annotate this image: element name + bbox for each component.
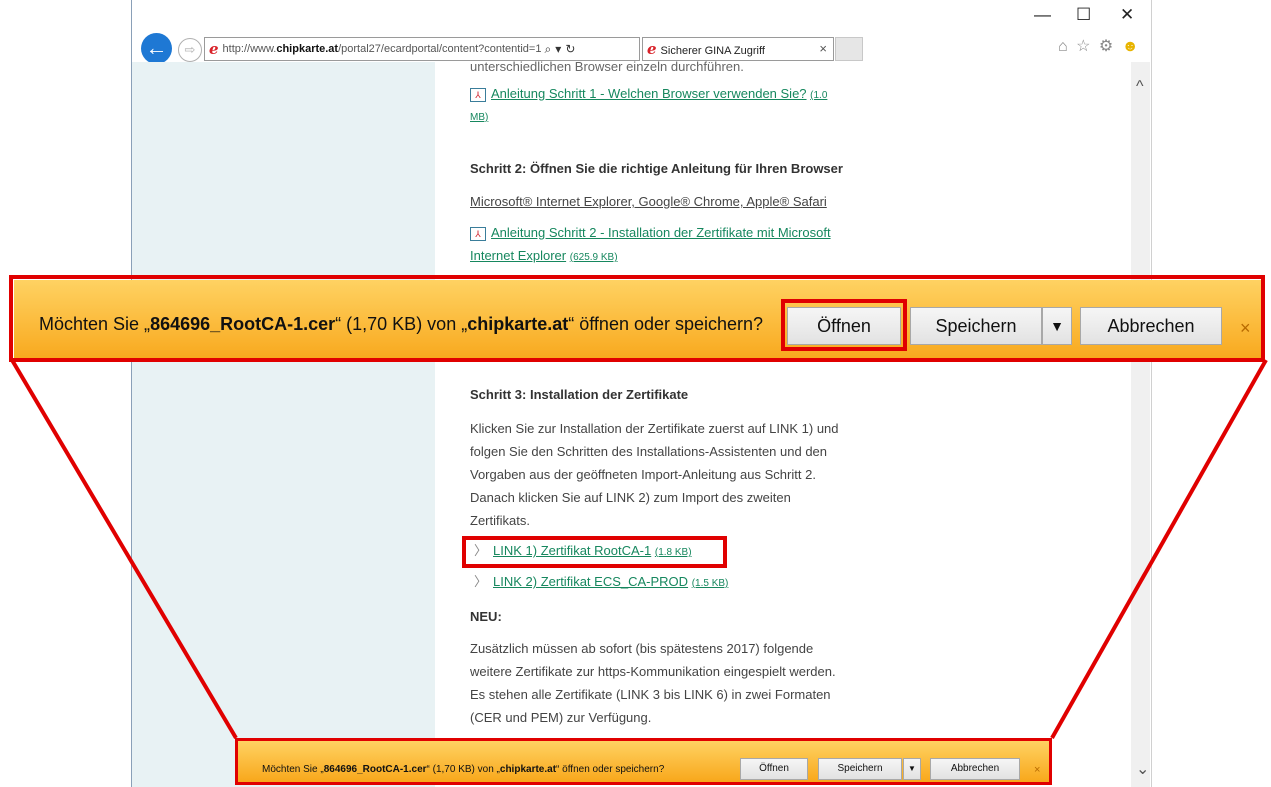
browser-window: ← ⇨ e http://www.chipkarte.at/portal27/ec… [131,0,1152,787]
download-prompt-zoomed: Möchten Sie „864696_RootCA-1.cer“ (1,70 … [39,314,764,334]
download-prompt: Möchten Sie „864696_RootCA-1.cer“ (1,70 … [262,764,665,775]
back-arrow-icon: ← [145,35,168,60]
browsers-line: Microsoft® Internet Explorer, Google® Ch… [470,194,827,209]
scroll-down-icon[interactable]: ⌄ [1136,759,1149,779]
step3-line-2: folgen Sie den Schritten des Installatio… [470,444,828,459]
dropdown-arrow-icon: ▼ [908,764,916,773]
new-line-2: weitere Zertifikate zur https-Kommunikat… [470,664,836,679]
scroll-up-icon[interactable]: ^ [1136,78,1144,96]
highlight-frame-link1 [462,536,727,568]
home-star-gear-icons[interactable]: ⌂ ☆ ⚙ [1058,38,1115,55]
save-dropdown-zoomed[interactable]: ▼ [1042,307,1072,345]
chevron-right-icon: 〉 [474,574,488,589]
save-button-zoomed[interactable]: Speichern [910,307,1042,345]
step2-link-cont[interactable]: Internet Explorer (625.9 KB) [470,245,618,269]
save-button[interactable]: Speichern [818,758,902,780]
new-line-1: Zusätzlich müssen ab sofort (bis spätest… [470,641,814,656]
highlight-frame-open [781,299,907,351]
close-icon[interactable]: × [1240,318,1251,339]
save-dropdown[interactable]: ▼ [903,758,921,780]
step3-heading: Schritt 3: Installation der Zertifikate [470,387,689,402]
forward-button[interactable]: ⇨ [178,38,202,62]
ie-logo-icon: e [209,40,219,58]
browser-toolbar: ← ⇨ e http://www.chipkarte.at/portal27/ec… [132,0,1151,64]
vertical-scrollbar[interactable] [1131,62,1150,787]
maximize-icon[interactable]: ☐ [1076,5,1091,25]
cancel-button-zoomed[interactable]: Abbrechen [1080,307,1222,345]
step3-line-5: Zertifikats. [470,513,530,528]
feedback-smiley-icon[interactable]: ☻ [1122,38,1141,55]
page-left-band [132,62,435,787]
pdf-icon: ⅄ [470,87,486,102]
dropdown-arrow-icon: ▼ [1050,318,1064,334]
forward-arrow-icon: ⇨ [184,42,196,57]
step1-size[interactable]: MB) [470,105,488,129]
new-tab-button[interactable] [835,37,863,61]
new-line-4: (CER und PEM) zur Verfügung. [470,710,652,725]
open-button[interactable]: Öffnen [740,758,808,780]
step3-line-1: Klicken Sie zur Installation der Zertifi… [470,421,839,436]
link2-ecs[interactable]: 〉 LINK 2) Zertifikat ECS_CA-PROD (1.5 KB) [470,571,728,595]
cut-off-line: unterschiedlichen Browser einzeln durchf… [470,59,744,74]
command-icons[interactable]: ⌂ ☆ ⚙ ☻ [1058,36,1141,56]
close-icon[interactable]: × [1034,764,1040,776]
minimize-icon[interactable]: — [1034,5,1051,25]
new-heading: NEU: [470,609,502,624]
step3-line-3: Vorgaben aus der geöffneten Import-Anlei… [470,467,816,482]
close-window-icon[interactable]: ✕ [1120,5,1134,25]
tab-close-icon[interactable]: × [819,38,827,60]
pdf-icon: ⅄ [470,226,486,241]
back-button[interactable]: ← [141,33,172,64]
step2-link[interactable]: ⅄ Anleitung Schritt 2 - Installation der … [470,222,831,244]
step2-heading: Schritt 2: Öffnen Sie die richtige Anlei… [470,161,843,176]
step1-link[interactable]: ⅄ Anleitung Schritt 1 - Welchen Browser v… [470,83,827,107]
step3-line-4: Danach klicken Sie auf LINK 2) zum Impor… [470,490,791,505]
cancel-button[interactable]: Abbrechen [930,758,1020,780]
new-line-3: Es stehen alle Zertifikate (LINK 3 bis L… [470,687,831,702]
